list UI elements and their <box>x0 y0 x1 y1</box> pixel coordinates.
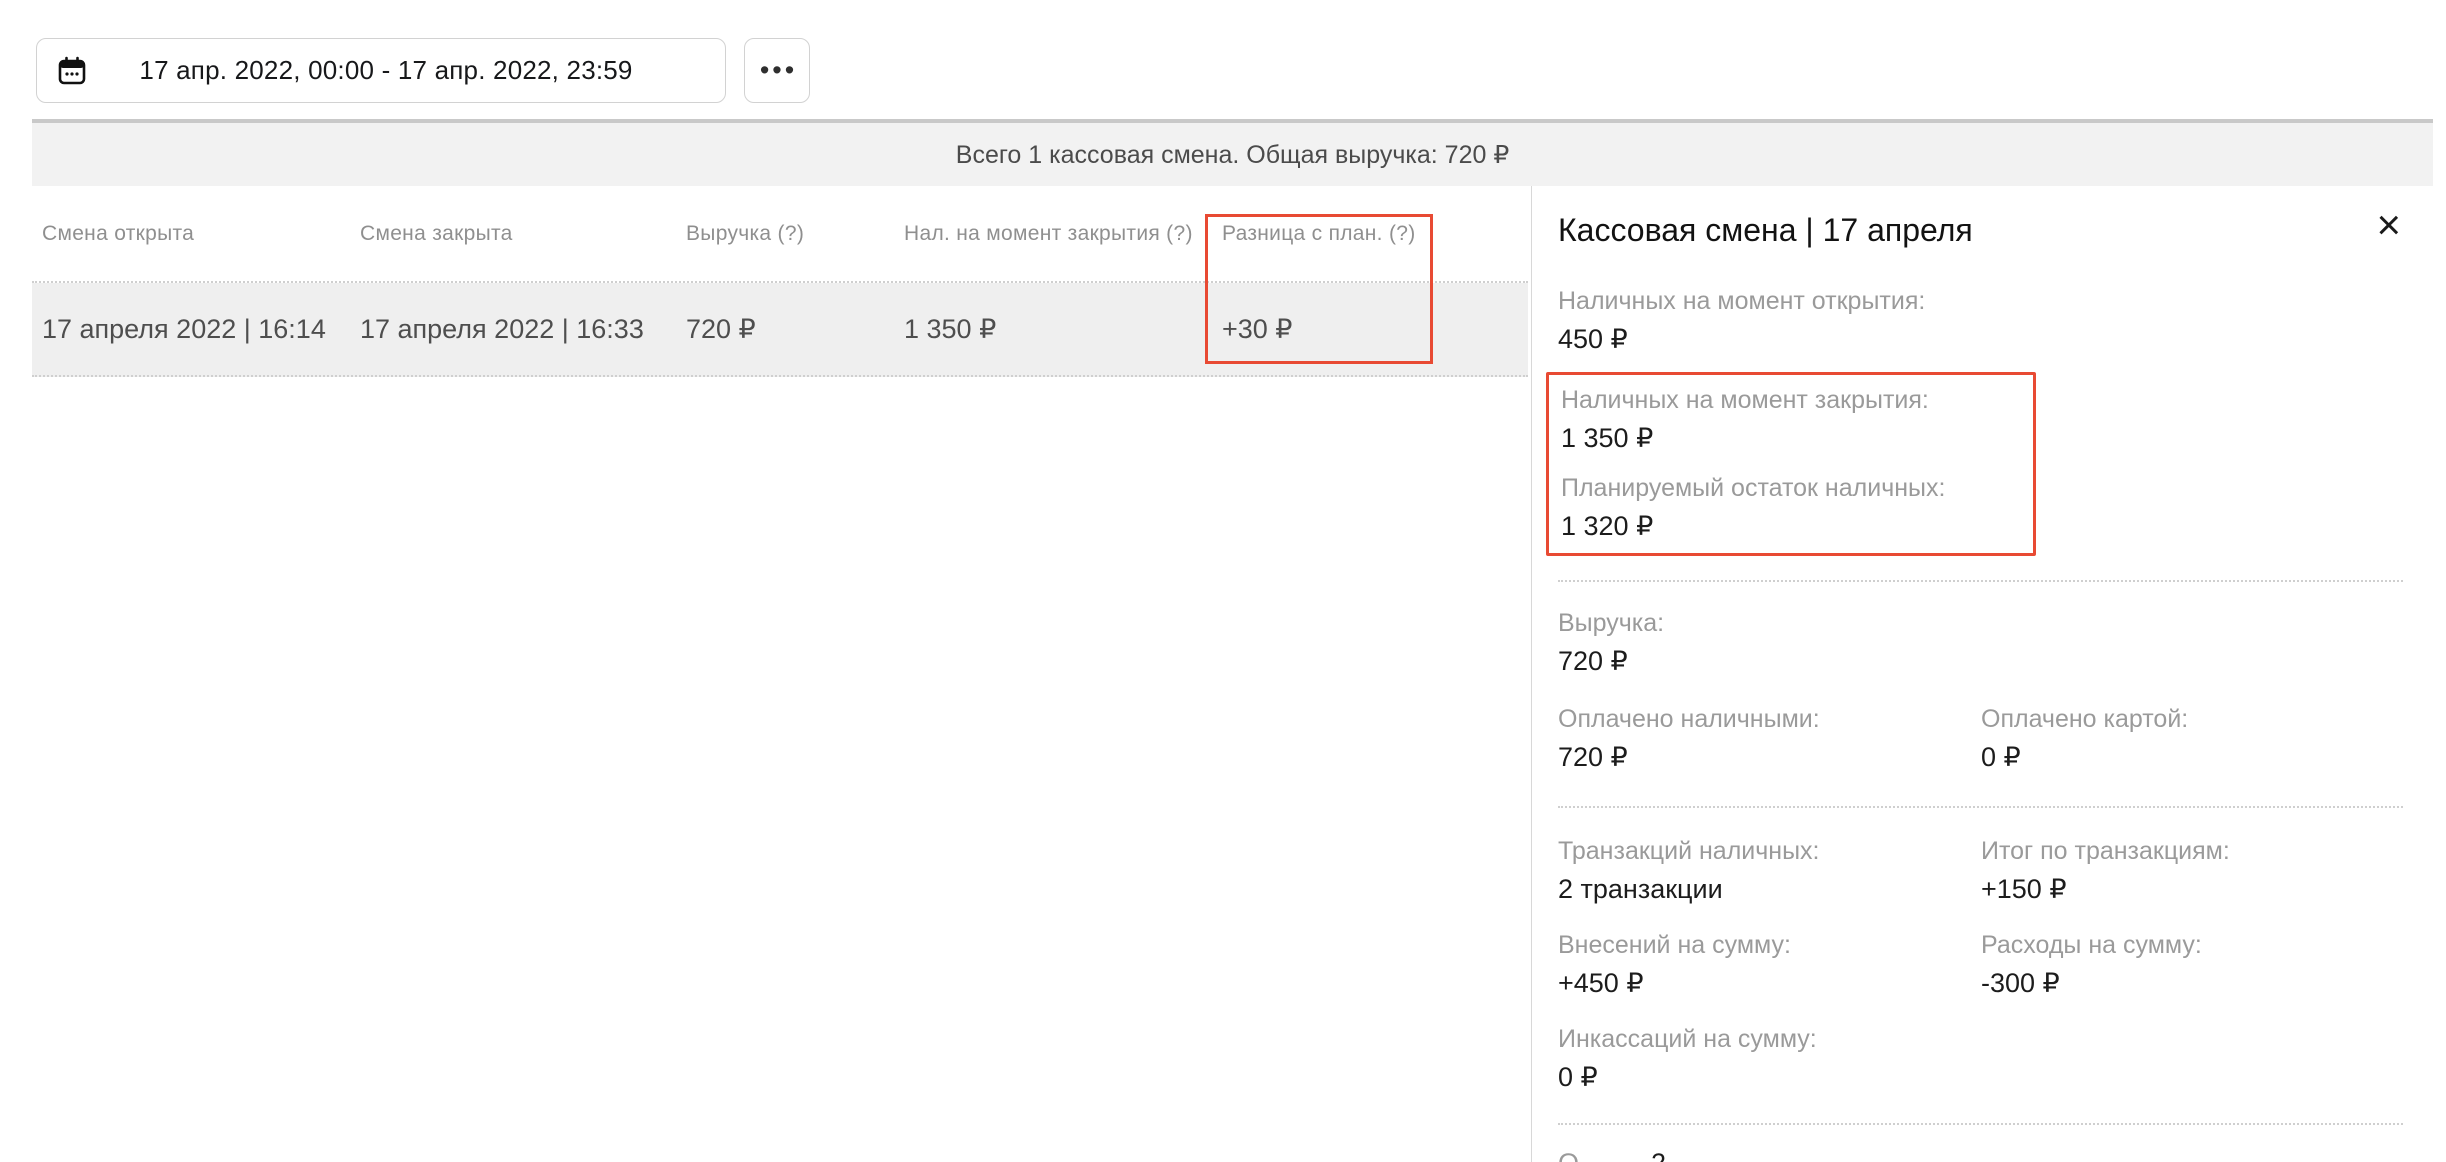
shift-details-panel: Кассовая смена | 17 апреля × Наличных на… <box>1531 186 2433 1162</box>
field-paid-cash: Оплачено наличными: 720 ₽ <box>1558 704 1981 774</box>
col-header-cash-at-close[interactable]: Нал. на момент закрытия (?) <box>904 222 1222 246</box>
field-label: Оплачено наличными: <box>1558 704 1981 734</box>
date-range-value: 17 апр. 2022, 00:00 - 17 апр. 2022, 23:5… <box>101 55 705 86</box>
field-expenses: Расходы на сумму: -300 ₽ <box>1981 930 2403 1000</box>
field-value: 1 320 ₽ <box>1561 509 2021 543</box>
field-collections: Инкассаций на сумму: 0 ₽ <box>1558 1024 2403 1094</box>
field-label: Итог по транзакциям: <box>1981 836 2403 866</box>
field-label: Расходы на сумму: <box>1981 930 2403 960</box>
close-button[interactable]: × <box>2374 208 2403 242</box>
field-value: 2 транзакции <box>1558 872 1981 906</box>
cell-cash-at-close: 1 350 ₽ <box>904 314 1222 345</box>
field-value: 0 ₽ <box>1981 740 2403 774</box>
summary-bar: Всего 1 кассовая смена. Общая выручка: 7… <box>32 119 2433 186</box>
cell-shift-opened: 17 апреля 2022 | 16:14 <box>42 314 360 345</box>
row-deposits-expenses: Внесений на сумму: +450 ₽ Расходы на сум… <box>1558 930 2403 1000</box>
close-icon: × <box>2376 201 2401 248</box>
row-paid: Оплачено наличными: 720 ₽ Оплачено карто… <box>1558 704 2403 774</box>
field-cash-at-open: Наличных на момент открытия: 450 ₽ <box>1558 286 2403 356</box>
field-cash-at-close: Наличных на момент закрытия: 1 350 ₽ <box>1561 385 2021 455</box>
panel-header: Кассовая смена | 17 апреля × <box>1558 210 2403 250</box>
cell-revenue: 720 ₽ <box>686 314 904 345</box>
section-divider <box>1558 580 2403 582</box>
field-value: 720 ₽ <box>1558 644 2403 678</box>
field-value: +450 ₽ <box>1558 966 1981 1000</box>
calendar-icon <box>57 56 87 86</box>
field-label: Оплачено картой: <box>1981 704 2403 734</box>
section-divider <box>1558 806 2403 808</box>
field-value: +150 ₽ <box>1981 872 2403 906</box>
field-cash-transactions: Транзакций наличных: 2 транзакции <box>1558 836 1981 906</box>
field-value: 0 ₽ <box>1558 1060 2403 1094</box>
highlight-box-cash-close-planned: Наличных на момент закрытия: 1 350 ₽ Пла… <box>1546 372 2036 556</box>
col-header-shift-closed[interactable]: Смена закрыта <box>360 222 686 246</box>
field-value: -300 ₽ <box>1981 966 2403 1000</box>
col-header-shift-opened[interactable]: Смена открыта <box>42 222 360 246</box>
field-label: Выручка: <box>1558 608 2403 638</box>
ellipsis-icon: ••• <box>757 57 797 84</box>
row-transactions: Транзакций наличных: 2 транзакции Итог п… <box>1558 836 2403 906</box>
section-divider <box>1558 1123 2403 1125</box>
panel-title: Кассовая смена | 17 апреля <box>1558 210 2374 250</box>
shifts-table: Смена открыта Смена закрыта Выручка (?) … <box>32 186 1528 377</box>
field-label: Планируемый остаток наличных: <box>1561 473 2021 503</box>
field-label: Наличных на момент закрытия: <box>1561 385 2021 415</box>
cell-diff-with-plan: +30 ₽ <box>1222 314 1528 345</box>
cell-shift-closed: 17 апреля 2022 | 16:33 <box>360 314 686 345</box>
field-value: 450 ₽ <box>1558 322 2403 356</box>
field-planned-cash-balance: Планируемый остаток наличных: 1 320 ₽ <box>1561 473 2021 543</box>
cash-shifts-screen: 17 апр. 2022, 00:00 - 17 апр. 2022, 23:5… <box>0 0 2446 1162</box>
field-paid-card: Оплачено картой: 0 ₽ <box>1981 704 2403 774</box>
table-row[interactable]: 17 апреля 2022 | 16:14 17 апреля 2022 | … <box>32 283 1528 377</box>
field-value: 720 ₽ <box>1558 740 1981 774</box>
field-label: Наличных на момент открытия: <box>1558 286 2403 316</box>
summary-text: Всего 1 кассовая смена. Общая выручка: 7… <box>956 140 1509 170</box>
more-options-button[interactable]: ••• <box>744 38 810 103</box>
toolbar: 17 апр. 2022, 00:00 - 17 апр. 2022, 23:5… <box>36 38 810 103</box>
field-revenue: Выручка: 720 ₽ <box>1558 608 2403 678</box>
clipped-text-fragment: О <box>1558 1148 1579 1162</box>
col-header-diff-with-plan[interactable]: Разница с план. (?) <box>1222 222 1528 246</box>
clipped-text-fragment: 2 <box>1651 1148 1666 1162</box>
field-label: Внесений на сумму: <box>1558 930 1981 960</box>
table-header-row: Смена открыта Смена закрыта Выручка (?) … <box>32 186 1528 283</box>
field-deposits: Внесений на сумму: +450 ₽ <box>1558 930 1981 1000</box>
field-transactions-total: Итог по транзакциям: +150 ₽ <box>1981 836 2403 906</box>
date-range-picker[interactable]: 17 апр. 2022, 00:00 - 17 апр. 2022, 23:5… <box>36 38 726 103</box>
field-label: Инкассаций на сумму: <box>1558 1024 2403 1054</box>
field-label: Транзакций наличных: <box>1558 836 1981 866</box>
col-header-revenue[interactable]: Выручка (?) <box>686 222 904 246</box>
clipped-bottom-row: О 2 <box>1558 1148 1579 1162</box>
field-value: 1 350 ₽ <box>1561 421 2021 455</box>
